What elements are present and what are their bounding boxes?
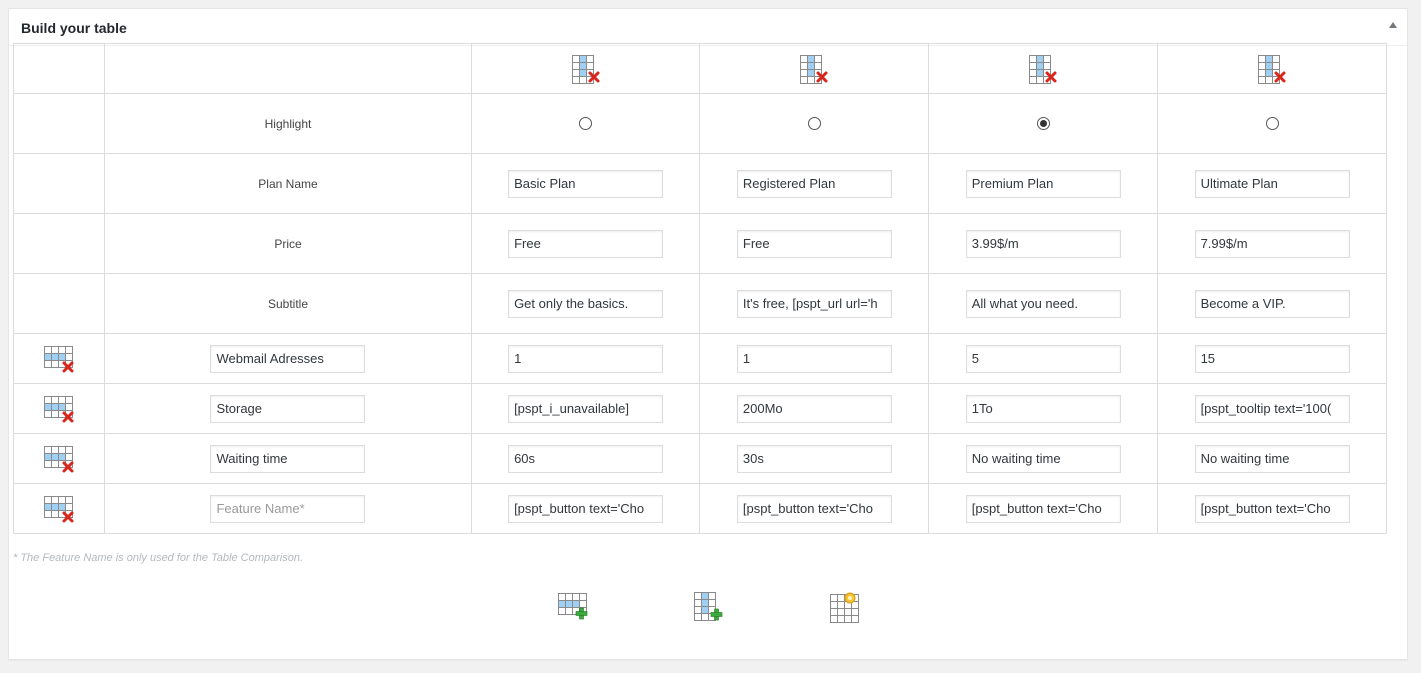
highlight-radio[interactable] bbox=[579, 117, 593, 130]
feature-value-input[interactable] bbox=[508, 394, 664, 423]
feature-name-input[interactable] bbox=[210, 494, 366, 523]
subtitle-input[interactable] bbox=[508, 289, 664, 318]
add-row-icon[interactable] bbox=[557, 591, 591, 623]
plan-name-input[interactable] bbox=[1194, 169, 1350, 198]
delete-row-icon[interactable] bbox=[43, 394, 75, 424]
feature-value-input[interactable] bbox=[736, 444, 892, 473]
delete-row-icon[interactable] bbox=[43, 494, 75, 524]
feature-value-input[interactable] bbox=[736, 394, 892, 423]
feature-name-input[interactable] bbox=[210, 444, 366, 473]
add-column-icon[interactable] bbox=[693, 591, 727, 623]
highlight-radio[interactable] bbox=[1265, 117, 1279, 130]
delete-row-icon[interactable] bbox=[43, 344, 75, 374]
plan-name-input[interactable] bbox=[508, 169, 664, 198]
row-label: Subtitle bbox=[104, 273, 472, 334]
subtitle-input[interactable] bbox=[1194, 289, 1350, 318]
collapse-toggle-icon[interactable] bbox=[1389, 22, 1397, 28]
table-settings-icon[interactable] bbox=[829, 591, 863, 623]
feature-name-input[interactable] bbox=[210, 344, 366, 373]
feature-value-input[interactable] bbox=[965, 344, 1121, 373]
plan-name-input[interactable] bbox=[965, 169, 1121, 198]
delete-column-icon[interactable] bbox=[1257, 54, 1287, 84]
feature-value-input[interactable] bbox=[508, 494, 664, 523]
feature-value-input[interactable] bbox=[965, 444, 1121, 473]
price-input[interactable] bbox=[965, 229, 1121, 258]
feature-row bbox=[12, 433, 1387, 484]
highlight-radio[interactable] bbox=[1036, 117, 1050, 130]
feature-value-input[interactable] bbox=[736, 344, 892, 373]
price-input[interactable] bbox=[736, 229, 892, 258]
feature-value-input[interactable] bbox=[965, 394, 1121, 423]
delete-row-icon[interactable] bbox=[43, 444, 75, 474]
feature-row bbox=[12, 383, 1387, 434]
feature-value-input[interactable] bbox=[965, 494, 1121, 523]
row-label: Price bbox=[104, 213, 472, 274]
feature-name-input[interactable] bbox=[210, 394, 366, 423]
feature-value-input[interactable] bbox=[1194, 394, 1350, 423]
feature-value-input[interactable] bbox=[736, 494, 892, 523]
feature-value-input[interactable] bbox=[508, 344, 664, 373]
delete-column-icon[interactable] bbox=[571, 54, 601, 84]
feature-row bbox=[12, 333, 1387, 384]
feature-value-input[interactable] bbox=[508, 444, 664, 473]
highlight-radio[interactable] bbox=[807, 117, 821, 130]
feature-value-input[interactable] bbox=[1194, 444, 1350, 473]
panel-header: Build your table bbox=[9, 9, 1407, 46]
row-label: Highlight bbox=[104, 93, 472, 154]
panel-title: Build your table bbox=[21, 20, 127, 36]
plan-name-row: Plan Name bbox=[12, 153, 1387, 214]
feature-value-input[interactable] bbox=[1194, 494, 1350, 523]
row-label: Plan Name bbox=[104, 153, 472, 214]
price-input[interactable] bbox=[1194, 229, 1350, 258]
highlight-row: Highlight bbox=[12, 93, 1387, 154]
price-row: Price bbox=[12, 213, 1387, 274]
subtitle-input[interactable] bbox=[965, 289, 1121, 318]
feature-value-input[interactable] bbox=[1194, 344, 1350, 373]
subtitle-row: Subtitle bbox=[12, 273, 1387, 334]
subtitle-input[interactable] bbox=[736, 289, 892, 318]
delete-column-icon[interactable] bbox=[1028, 54, 1058, 84]
feature-name-note: * The Feature Name is only used for the … bbox=[13, 552, 304, 564]
feature-row bbox=[12, 483, 1387, 534]
pricing-table-builder: Highlight Plan Name Price Subtitle bbox=[12, 43, 1387, 534]
plan-name-input[interactable] bbox=[736, 169, 892, 198]
column-controls-row bbox=[12, 43, 1387, 94]
delete-column-icon[interactable] bbox=[799, 54, 829, 84]
price-input[interactable] bbox=[508, 229, 664, 258]
